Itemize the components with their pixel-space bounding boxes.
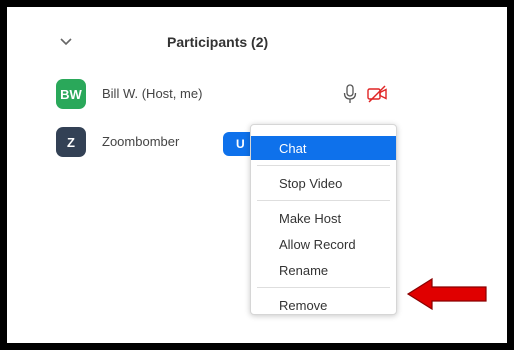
menu-item-make-host[interactable]: Make Host <box>251 206 396 230</box>
video-off-icon[interactable] <box>366 84 388 104</box>
menu-item-allow-record[interactable]: Allow Record <box>251 232 396 256</box>
microphone-icon[interactable] <box>341 84 359 104</box>
menu-divider <box>257 200 390 201</box>
avatar-initials: Z <box>67 134 75 150</box>
menu-item-stop-video[interactable]: Stop Video <box>251 171 396 195</box>
menu-item-rename[interactable]: Rename <box>251 258 396 282</box>
participant-name: Bill W. (Host, me) <box>102 86 203 101</box>
menu-divider <box>257 287 390 288</box>
avatar: BW <box>56 79 86 109</box>
participant-row-host[interactable]: BW Bill W. (Host, me) <box>7 74 507 114</box>
chevron-down-icon[interactable] <box>55 31 77 53</box>
menu-item-chat[interactable]: Chat <box>251 136 396 160</box>
panel-title: Participants (2) <box>167 34 269 50</box>
participant-action-label: U <box>236 137 245 151</box>
participants-header: Participants (2) <box>7 7 507 67</box>
screenshot-frame: Participants (2) BW Bill W. (Host, me) Z… <box>0 0 514 350</box>
participant-context-menu: Chat Stop Video Make Host Allow Record R… <box>250 124 397 315</box>
avatar-initials: BW <box>60 86 82 102</box>
menu-item-remove[interactable]: Remove <box>251 293 396 317</box>
red-arrow-icon <box>406 277 487 311</box>
avatar: Z <box>56 127 86 157</box>
menu-divider <box>257 165 390 166</box>
participant-name: Zoombomber <box>102 134 180 149</box>
